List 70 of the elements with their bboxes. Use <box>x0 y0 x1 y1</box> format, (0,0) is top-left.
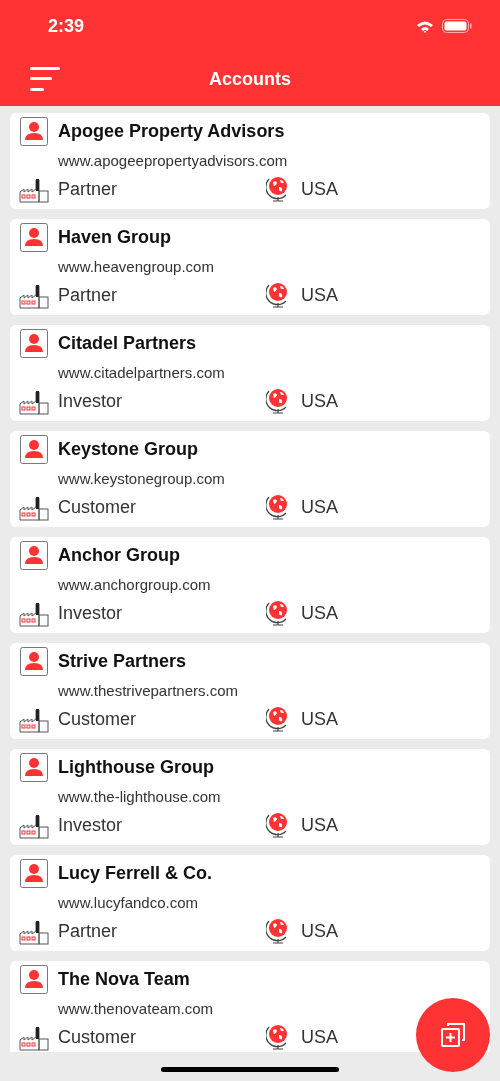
account-url: www.thestrivepartners.com <box>58 681 240 699</box>
account-name: Keystone Group <box>58 438 200 460</box>
account-card[interactable]: Apogee Property Advisors www.apogeepropertyadvisors.com Partner USA <box>10 113 490 209</box>
account-card[interactable]: The Nova Team www.thenovateam.com Customer USA <box>10 961 490 1052</box>
account-type: Customer <box>58 496 137 518</box>
account-url: www.the-lighthouse.com <box>58 787 222 805</box>
account-url: www.thenovateam.com <box>58 999 215 1017</box>
account-card[interactable]: Anchor Group www.anchorgroup.com Investor USA <box>10 537 490 633</box>
globe-icon <box>266 175 290 203</box>
account-url: www.anchorgroup.com <box>58 575 212 593</box>
menu-button[interactable] <box>30 66 62 92</box>
globe-icon <box>266 599 290 627</box>
account-card[interactable]: Haven Group www.heavengroup.com Partner USA <box>10 219 490 315</box>
account-type: Customer <box>58 1026 137 1048</box>
globe-icon <box>266 387 290 415</box>
account-name: Strive Partners <box>58 650 188 672</box>
account-card[interactable]: Lucy Ferrell & Co. www.lucyfandco.com Partner USA <box>10 855 490 951</box>
contact-icon <box>20 858 48 888</box>
status-time: 2:39 <box>48 15 85 37</box>
add-copy-icon <box>439 1021 467 1049</box>
globe-icon <box>266 493 290 521</box>
account-url: www.lucyfandco.com <box>58 893 200 911</box>
account-name: Lighthouse Group <box>58 756 215 778</box>
account-type: Investor <box>58 814 123 836</box>
wifi-icon <box>416 19 434 33</box>
account-type: Partner <box>58 284 118 306</box>
contact-icon <box>20 646 48 676</box>
globe-icon <box>266 1023 290 1051</box>
account-name: Citadel Partners <box>58 332 198 354</box>
account-name: Haven Group <box>58 226 173 248</box>
account-country: USA <box>301 1026 338 1048</box>
account-country: USA <box>301 284 338 306</box>
globe-icon <box>266 705 290 733</box>
account-name: Anchor Group <box>58 544 181 566</box>
account-country: USA <box>301 602 338 624</box>
account-type: Partner <box>58 178 118 200</box>
account-url: www.apogeepropertyadvisors.com <box>58 151 289 169</box>
account-url: www.citadelpartners.com <box>58 363 226 381</box>
menu-icon <box>30 66 62 92</box>
account-country: USA <box>301 496 338 518</box>
account-name: Lucy Ferrell & Co. <box>58 862 214 884</box>
account-type: Customer <box>58 708 137 730</box>
account-name: The Nova Team <box>58 968 191 990</box>
globe-icon <box>266 811 290 839</box>
contact-icon <box>20 434 48 464</box>
account-name: Apogee Property Advisors <box>58 120 286 142</box>
account-country: USA <box>301 708 338 730</box>
account-type: Investor <box>58 602 123 624</box>
account-country: USA <box>301 814 338 836</box>
contact-icon <box>20 964 48 994</box>
globe-icon <box>266 281 290 309</box>
contact-icon <box>20 222 48 252</box>
battery-icon <box>442 19 472 33</box>
account-type: Partner <box>58 920 118 942</box>
contact-icon <box>20 328 48 358</box>
account-country: USA <box>301 178 338 200</box>
account-type: Investor <box>58 390 123 412</box>
account-url: www.heavengroup.com <box>58 257 215 275</box>
account-card[interactable]: Strive Partners www.thestrivepartners.com Customer USA <box>10 643 490 739</box>
account-url: www.keystonegroup.com <box>58 469 226 487</box>
account-card[interactable]: Keystone Group www.keystonegroup.com Customer USA <box>10 431 490 527</box>
contact-icon <box>20 752 48 782</box>
account-card[interactable]: Citadel Partners www.citadelpartners.com Investor USA <box>10 325 490 421</box>
account-country: USA <box>301 920 338 942</box>
contact-icon <box>20 540 48 570</box>
account-country: USA <box>301 390 338 412</box>
globe-icon <box>266 917 290 945</box>
account-card[interactable]: Lighthouse Group www.the-lighthouse.com Investor USA <box>10 749 490 845</box>
screen-title: Accounts <box>209 68 291 90</box>
contact-icon <box>20 116 48 146</box>
